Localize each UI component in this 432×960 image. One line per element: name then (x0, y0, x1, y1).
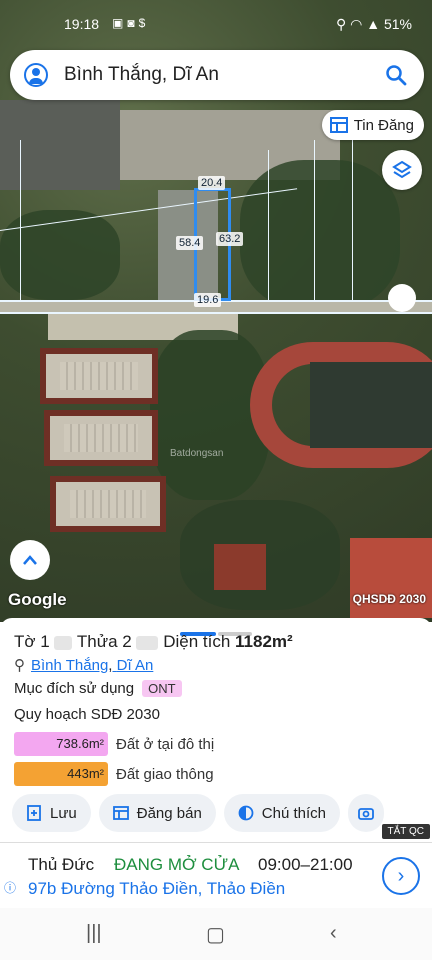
clock: 19:18 (64, 16, 100, 32)
status-bar: 19:18 ▣◙$ ⚲ ◠ ▲ 51% (0, 0, 432, 48)
school-building (40, 348, 158, 404)
dim-bottom: 19.6 (194, 293, 222, 307)
system-icons: ⚲ ◠ ▲ 51% (336, 16, 412, 33)
screen: 20.4 58.4 63.2 19.6 Batdongsan 19:18 ▣◙$… (0, 0, 432, 960)
camera-icon (358, 808, 374, 820)
ward-link[interactable]: Bình Thắng (31, 657, 108, 674)
recents-icon[interactable]: ||| (86, 922, 102, 945)
watermark: Batdongsan (170, 448, 224, 459)
legend-button[interactable]: Chú thích (223, 794, 341, 832)
layers-icon (392, 160, 412, 179)
tree-canopy (0, 210, 120, 300)
ad-open-status: ĐANG MỞ CỬA (114, 855, 240, 874)
purpose-label: Mục đích sử dụng (14, 680, 135, 697)
parcel-line (268, 150, 269, 300)
save-label: Lưu (50, 804, 77, 822)
roof-red (350, 538, 432, 618)
parcel-line (0, 312, 432, 314)
blurred-text (136, 635, 159, 650)
city-link[interactable]: Dĩ An (117, 657, 154, 674)
zone-label-residential: Đất ở tại đô thị (116, 736, 215, 753)
dim-right: 63.2 (216, 232, 244, 246)
expand-button[interactable] (10, 540, 50, 580)
houses-block (0, 100, 120, 190)
land-use-purpose: Mục đích sử dụng ONT (14, 680, 182, 697)
small-building (214, 544, 266, 590)
purpose-badge: ONT (142, 680, 182, 697)
search-icon[interactable] (384, 63, 408, 87)
legend-label: Chú thích (261, 804, 327, 822)
ad-info-icon[interactable]: ⓘ (4, 879, 16, 896)
post-sale-label: Đăng bán (136, 804, 202, 822)
hide-ad-button[interactable]: TẮT QC (381, 824, 430, 839)
parcel-address[interactable]: ⚲ Bình Thắng, Dĩ An (14, 656, 153, 674)
tin-dang-button[interactable]: Tin Đăng (321, 110, 424, 140)
layers-button[interactable] (382, 150, 422, 190)
google-logo: Google (8, 590, 67, 609)
listing-icon (329, 117, 348, 133)
area-label: Diện tích (163, 632, 231, 651)
zone-bar-residential: 738.6m² (14, 732, 108, 756)
account-icon[interactable] (24, 63, 48, 87)
sheet-number: Tờ 1 (14, 632, 50, 651)
listing-icon (112, 806, 129, 820)
zone-bar-traffic: 443m² (14, 762, 108, 786)
bookmark-add-icon (27, 805, 41, 821)
area-value: 1182m² (235, 632, 293, 651)
action-row: Lưu Đăng bán Chú thích (12, 794, 385, 832)
chevron-right-icon[interactable]: › (382, 857, 420, 895)
football-field (310, 362, 432, 448)
tree-canopy (240, 160, 400, 310)
parcel-line (314, 140, 315, 300)
contrast-icon (238, 805, 254, 821)
chevron-up-icon (23, 555, 37, 565)
ad-banner[interactable]: ⓘ Thủ Đức ĐANG MỞ CỬA 09:00–21:00 97b Đư… (0, 842, 432, 908)
ad-address: 97b Đường Thảo Điền, Thảo Điền (28, 879, 286, 898)
camera-button[interactable] (348, 794, 385, 832)
layer-label: QHSDĐ 2030 (352, 592, 426, 606)
post-sale-button[interactable]: Đăng bán (98, 794, 216, 832)
parcel-number: Thửa 2 (76, 632, 132, 651)
ad-shop-name: Thủ Đức (28, 855, 95, 874)
location-pin-icon: ⚲ (14, 657, 25, 674)
location-icon: ⚲ (335, 16, 347, 32)
tin-dang-label: Tin Đăng (353, 116, 414, 134)
blurred-text (54, 635, 73, 650)
battery-level: 51% (383, 16, 412, 32)
save-button[interactable]: Lưu (12, 794, 91, 832)
dim-left: 58.4 (176, 236, 204, 250)
search-bar[interactable]: Bình Thắng, Dĩ An (10, 50, 424, 100)
school-building (50, 476, 166, 532)
address-separator: , (108, 657, 113, 674)
dim-top: 20.4 (198, 176, 226, 190)
back-icon[interactable]: ‹ (330, 922, 337, 945)
signal-icon: ▲ (366, 16, 381, 32)
school-building (44, 410, 158, 466)
search-query[interactable]: Bình Thắng, Dĩ An (64, 64, 219, 86)
wifi-icon: ◠ (350, 16, 363, 32)
home-icon[interactable]: ▢ (206, 922, 225, 947)
parcel-line (20, 140, 21, 300)
parcel-line (352, 130, 353, 300)
zone-label-traffic: Đất giao thông (116, 766, 214, 783)
map-handle-dot[interactable] (388, 284, 416, 312)
notification-icons: ▣◙$ (112, 16, 150, 30)
android-nav-bar: ||| ▢ ‹ (0, 908, 432, 960)
ad-hours: 09:00–21:00 (258, 855, 353, 874)
parcel-title: Tờ 1 Thửa 2 Diện tích 1182m² (14, 632, 293, 652)
sheet-handle[interactable] (180, 623, 252, 636)
plan-label: Quy hoạch SDĐ 2030 (14, 706, 160, 723)
